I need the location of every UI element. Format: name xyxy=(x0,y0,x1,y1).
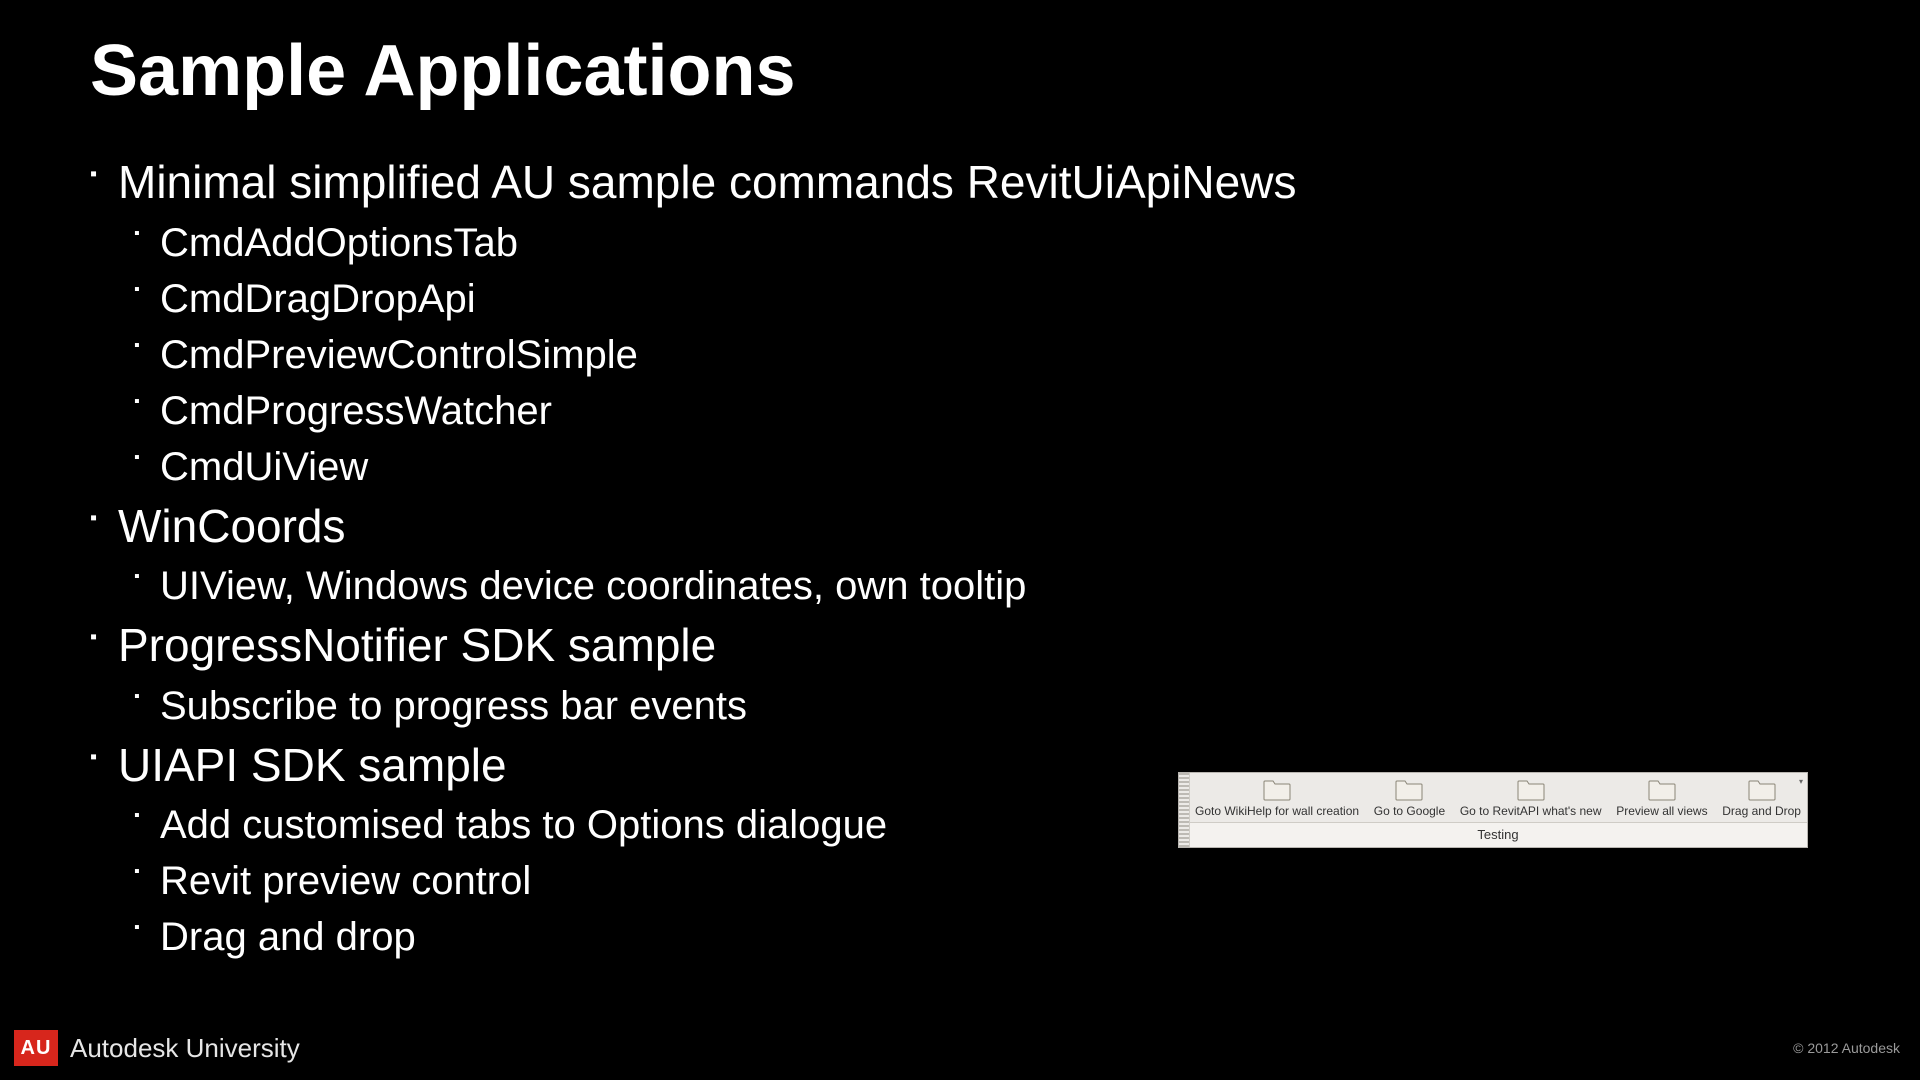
footer: AU Autodesk University © 2012 Autodesk xyxy=(14,1030,1900,1066)
bullet-l2: CmdPreviewControlSimple xyxy=(134,328,1860,382)
bullet-l1: Minimal simplified AU sample commands Re… xyxy=(90,154,1860,212)
bullet-l2: CmdDragDropApi xyxy=(134,272,1860,326)
bullet-l2: CmdProgressWatcher xyxy=(134,384,1860,438)
bullet-l1: ProgressNotifier SDK sample xyxy=(90,617,1860,675)
folder-icon xyxy=(1263,779,1291,801)
ribbon-item-label: Goto WikiHelp for wall creation xyxy=(1195,805,1359,818)
au-logo: AU xyxy=(14,1030,58,1066)
ribbon-panel: ▾ Goto WikiHelp for wall creation Go to … xyxy=(1178,772,1808,848)
folder-icon xyxy=(1648,779,1676,801)
ribbon-item-label: Go to Google xyxy=(1374,805,1445,818)
copyright: © 2012 Autodesk xyxy=(1793,1040,1900,1056)
ribbon-item-label: Go to RevitAPI what's new xyxy=(1460,805,1602,818)
chevron-down-icon[interactable]: ▾ xyxy=(1799,777,1803,786)
bullet-l2: Drag and drop xyxy=(134,910,1860,964)
bullet-l2: CmdUiView xyxy=(134,440,1860,494)
ribbon-item-label: Preview all views xyxy=(1616,805,1707,818)
ribbon-item-label: Drag and Drop xyxy=(1722,805,1801,818)
ribbon-grip[interactable] xyxy=(1179,773,1190,847)
bullet-l2: Subscribe to progress bar events xyxy=(134,679,1860,733)
ribbon-items: Goto WikiHelp for wall creation Go to Go… xyxy=(1179,773,1807,822)
bullet-l2: UIView, Windows device coordinates, own … xyxy=(134,559,1860,613)
ribbon-item[interactable]: Goto WikiHelp for wall creation xyxy=(1195,779,1359,818)
folder-icon xyxy=(1748,779,1776,801)
folder-icon xyxy=(1517,779,1545,801)
ribbon-item[interactable]: Drag and Drop xyxy=(1722,779,1801,818)
brand-badge: AU Autodesk University xyxy=(14,1030,300,1066)
ribbon-item[interactable]: Preview all views xyxy=(1616,779,1707,818)
ribbon-item[interactable]: Go to RevitAPI what's new xyxy=(1460,779,1602,818)
brand-text: Autodesk University xyxy=(70,1033,300,1064)
ribbon-item[interactable]: Go to Google xyxy=(1374,779,1445,818)
slide-title: Sample Applications xyxy=(90,30,795,112)
bullet-l2: CmdAddOptionsTab xyxy=(134,216,1860,270)
folder-icon xyxy=(1395,779,1423,801)
bullet-l1: WinCoords xyxy=(90,498,1860,556)
bullet-l2: Revit preview control xyxy=(134,854,1860,908)
ribbon-tab[interactable]: Testing xyxy=(1189,822,1807,847)
